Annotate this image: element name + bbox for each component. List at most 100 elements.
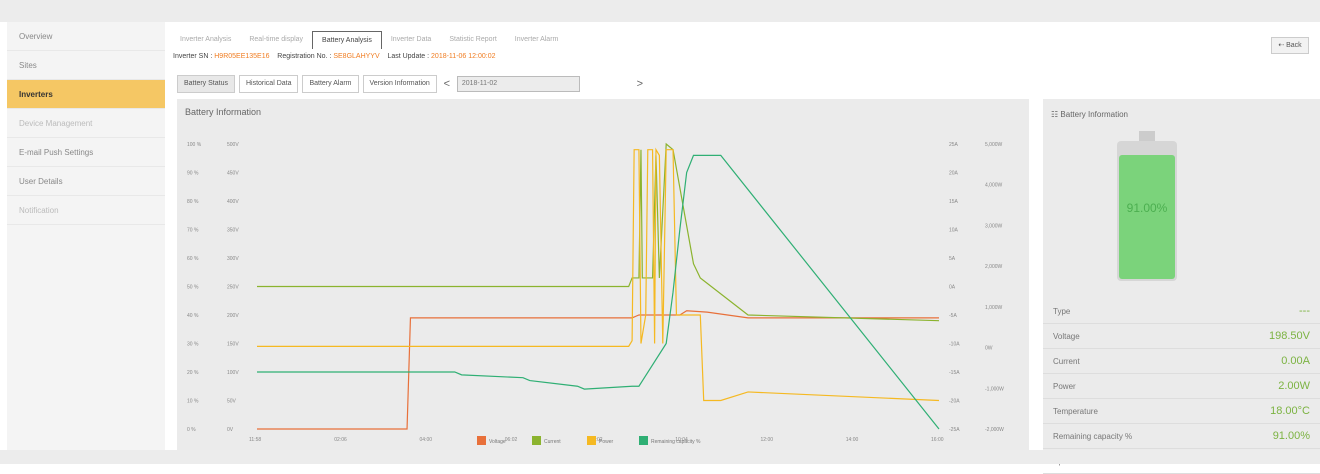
legend-label: Current — [544, 439, 561, 445]
sidebar-item-e-mail-push-settings[interactable]: E-mail Push Settings — [7, 138, 165, 167]
legend-label: Voltage — [489, 439, 506, 445]
tab-bar: Inverter Analysis Real-time display Batter… — [171, 27, 567, 49]
list-icon: ☷ — [1051, 110, 1059, 119]
y-axis-power-tick: 0W — [985, 346, 993, 352]
battery-info-key: Power — [1053, 381, 1076, 391]
back-button[interactable]: ⇠ Back — [1271, 37, 1309, 54]
back-label: Back — [1286, 42, 1302, 49]
y-axis-current-tick: -15A — [949, 370, 960, 376]
battery-info-key: Temperature — [1053, 406, 1098, 416]
y-axis-current-tick: 10A — [949, 228, 959, 234]
series-line-power — [257, 147, 940, 402]
y-axis-voltage-tick: 300V — [227, 256, 239, 262]
battery-info-value: 91.00% — [1272, 430, 1310, 442]
battery-info-value: 198.50V — [1269, 330, 1310, 342]
sidebar-item-user-details[interactable]: User Details — [7, 167, 165, 196]
legend-label: Power — [599, 439, 614, 445]
y-axis-current-tick: 20A — [949, 171, 959, 177]
legend-swatch — [477, 436, 486, 445]
y-axis-pct-tick: 60 % — [187, 256, 199, 262]
x-axis-tick: 11:58 — [249, 437, 261, 443]
legend-swatch — [639, 436, 648, 445]
x-axis-tick: 14:00 — [846, 437, 859, 443]
battery-info-row: Temperature 18.00°C — [1043, 399, 1320, 424]
tab-inverter-data[interactable]: Inverter Data — [382, 31, 440, 49]
battery-info-row: Remaining capacity % 91.00% — [1043, 424, 1320, 449]
sidebar: Overview Sites Inverters Device Management E… — [7, 22, 165, 450]
battery-info-key: Type — [1053, 306, 1071, 316]
battery-info-row: Current 0.00A — [1043, 349, 1320, 374]
y-axis-pct-tick: 40 % — [187, 313, 199, 319]
date-picker[interactable]: 2018-11-02 — [456, 76, 580, 92]
battery-info-value: 0.00A — [1281, 355, 1310, 367]
subtab-version-information[interactable]: Version Information — [362, 75, 437, 93]
tab-inverter-alarm[interactable]: Inverter Alarm — [506, 31, 568, 49]
series-line-remaining-capacity- — [257, 154, 940, 430]
tab-inverter-analysis[interactable]: Inverter Analysis — [171, 31, 240, 49]
y-axis-power-tick: 3,000W — [985, 223, 1003, 229]
subtab-battery-status[interactable]: Battery Status — [177, 75, 235, 93]
date-prev-button[interactable]: < — [441, 78, 453, 90]
battery-info-row: Type --- — [1043, 299, 1320, 324]
y-axis-pct-tick: 70 % — [187, 228, 199, 234]
sidebar-item-overview[interactable]: Overview — [7, 22, 165, 51]
x-axis-tick: 12:00 — [761, 437, 774, 443]
x-axis-tick: 16:00 — [931, 437, 944, 443]
y-axis-pct-tick: 80 % — [187, 199, 199, 205]
date-next-button[interactable]: > — [634, 78, 646, 90]
y-axis-voltage-tick: 400V — [227, 199, 239, 205]
x-axis-tick: 06:02 — [505, 437, 518, 443]
y-axis-current-tick: -25A — [949, 427, 960, 433]
battery-level-fill — [1119, 155, 1175, 279]
battery-info-key: Voltage — [1053, 331, 1080, 341]
battery-info-table: Type --- Voltage 198.50V Current 0.00A Power 2.… — [1043, 299, 1320, 474]
battery-chart: 0 % 0V 10 % 50V 20 % 100V 30 % 150V 40 % 200V 50 %… — [187, 142, 1004, 445]
y-axis-voltage-tick: 150V — [227, 342, 239, 348]
x-axis-tick: 04:00 — [420, 437, 433, 443]
battery-icon-cap — [1139, 131, 1155, 141]
y-axis-voltage-tick: 500V — [227, 142, 239, 148]
y-axis-pct-tick: 20 % — [187, 370, 199, 376]
y-axis-voltage-tick: 250V — [227, 285, 239, 291]
y-axis-pct-tick: 90 % — [187, 171, 199, 177]
y-axis-pct-tick: 100 % — [187, 142, 202, 148]
y-axis-current-tick: 15A — [949, 199, 959, 205]
legend-swatch — [532, 436, 541, 445]
tab-real-time-display[interactable]: Real-time display — [240, 31, 312, 49]
subtab-bar: Battery Status Historical Data Battery Ala… — [177, 75, 646, 93]
registration-label: Registration No. : — [277, 53, 332, 60]
battery-info-value: --- — [1299, 305, 1310, 317]
sidebar-item-notification[interactable]: Notification — [7, 196, 165, 225]
battery-info-title: ☷ Battery Information — [1051, 110, 1128, 119]
registration-no: SE8GLAHYYV — [333, 53, 380, 60]
top-bar — [0, 0, 1320, 22]
tab-statistic-report[interactable]: Statistic Report — [440, 31, 505, 49]
y-axis-current-tick: -10A — [949, 342, 960, 348]
last-update: 2018-11-06 12:00:02 — [431, 53, 496, 60]
y-axis-voltage-tick: 450V — [227, 171, 239, 177]
subtab-historical-data[interactable]: Historical Data — [238, 75, 299, 93]
inverter-info-line: Inverter SN : H9R05EE135E16 Registration… — [173, 53, 496, 60]
y-axis-voltage-tick: 350V — [227, 228, 239, 234]
sidebar-item-sites[interactable]: Sites — [7, 51, 165, 80]
y-axis-power-tick: -2,000W — [985, 427, 1004, 433]
sidebar-item-inverters[interactable]: Inverters — [7, 80, 165, 109]
y-axis-power-tick: -1,000W — [985, 386, 1004, 392]
chart-panel-title: Battery Information — [185, 107, 262, 117]
y-axis-pct-tick: 50 % — [187, 285, 199, 291]
x-axis-tick: 02:06 — [334, 437, 347, 443]
y-axis-pct-tick: 30 % — [187, 342, 199, 348]
battery-info-row: Voltage 198.50V — [1043, 324, 1320, 349]
y-axis-voltage-tick: 50V — [227, 399, 237, 405]
inverter-sn: H9R05EE135E16 — [214, 53, 270, 60]
battery-info-panel: ☷ Battery Information 91.00% Type --- Volt… — [1043, 99, 1320, 474]
tab-battery-analysis[interactable]: Battery Analysis — [312, 31, 382, 49]
last-update-label: Last Update : — [387, 53, 430, 60]
battery-level-label: 91.00% — [1126, 201, 1168, 215]
legend-label: Remaining capacity % — [651, 439, 701, 445]
y-axis-current-tick: 5A — [949, 256, 956, 262]
y-axis-voltage-tick: 100V — [227, 370, 239, 376]
subtab-battery-alarm[interactable]: Battery Alarm — [302, 75, 359, 93]
y-axis-voltage-tick: 200V — [227, 313, 239, 319]
sidebar-item-device-management[interactable]: Device Management — [7, 109, 165, 138]
